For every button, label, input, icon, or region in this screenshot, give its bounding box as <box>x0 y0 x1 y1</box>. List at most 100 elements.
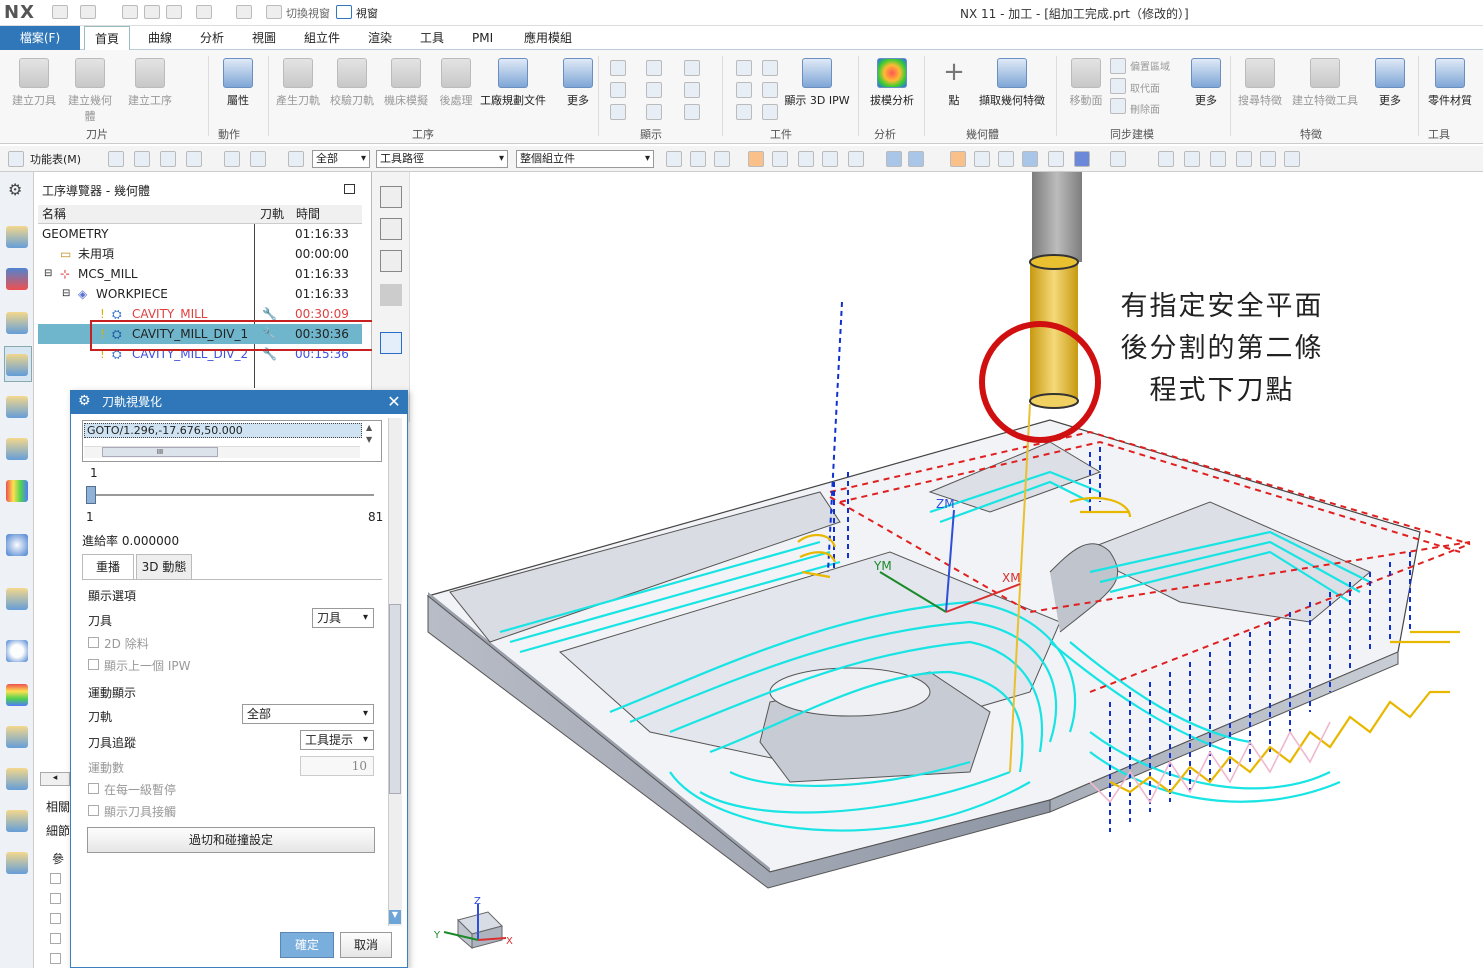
display-line-icon[interactable] <box>684 104 700 120</box>
table-row[interactable]: ▭ 未用項 00:00:00 <box>38 244 362 264</box>
touch-mode-icon[interactable] <box>236 5 252 19</box>
tab-tools[interactable]: 工具 <box>410 26 454 50</box>
constraint-navigator-icon[interactable] <box>6 268 28 290</box>
more-features-button[interactable]: 更多 <box>1364 58 1416 108</box>
tab-curve[interactable]: 曲線 <box>138 26 182 50</box>
view-tool-icon[interactable] <box>380 218 402 240</box>
assembly-navigator-icon[interactable] <box>6 226 28 248</box>
scroll-left-icon[interactable]: ◂ <box>40 772 70 786</box>
point-button[interactable]: + 點 <box>928 58 980 108</box>
function-menu[interactable]: 功能表(M) <box>30 151 81 167</box>
display-curve-icon[interactable] <box>646 82 662 98</box>
prev-ipw-checkbox[interactable] <box>88 659 99 670</box>
shop-docs-button[interactable]: 工廠規劃文件 <box>478 58 548 108</box>
view-tool-icon[interactable] <box>380 284 402 306</box>
scroll-down-icon[interactable]: ▼ <box>366 435 372 444</box>
save-icon[interactable] <box>52 5 68 19</box>
toolbar-icon[interactable] <box>250 151 266 167</box>
removal-2d-checkbox[interactable] <box>88 637 99 648</box>
tab-view[interactable]: 視圖 <box>242 26 286 50</box>
render-icon[interactable] <box>1110 151 1126 167</box>
tab-assembly[interactable]: 組立件 <box>294 26 350 50</box>
detail-checkbox[interactable] <box>50 873 61 884</box>
workpiece-icon[interactable] <box>762 82 778 98</box>
window-icon[interactable] <box>336 5 352 19</box>
switch-window-label[interactable]: 切換視窗 <box>286 5 330 21</box>
replace-face-icon[interactable] <box>1110 78 1126 94</box>
snap-icon[interactable] <box>690 151 706 167</box>
pause-each-level-checkbox[interactable] <box>88 783 99 794</box>
library-icon[interactable] <box>6 480 28 502</box>
system-materials-icon[interactable] <box>6 852 28 874</box>
render-icon[interactable] <box>1022 151 1038 167</box>
related-panel-tab[interactable]: 相關 <box>46 798 70 815</box>
slider-thumb[interactable] <box>86 486 96 504</box>
more-operations-button[interactable]: 更多 <box>552 58 604 108</box>
search-feature-button[interactable]: 搜尋特徵 <box>1234 58 1286 108</box>
toolbar-icon[interactable] <box>224 151 240 167</box>
snap-icon[interactable] <box>666 151 682 167</box>
render-icon[interactable] <box>998 151 1014 167</box>
scroll-down-icon[interactable]: ▼ <box>389 910 401 924</box>
detail-checkbox[interactable] <box>50 933 61 944</box>
tab-application[interactable]: 應用模組 <box>514 26 582 50</box>
operation-navigator-icon[interactable] <box>6 354 28 376</box>
snap-icon[interactable] <box>822 151 838 167</box>
offset-region-label[interactable]: 偏置區域 <box>1130 58 1170 73</box>
machine-simulation-button[interactable]: 機床模擬 <box>380 58 432 108</box>
history-icon[interactable] <box>6 640 28 662</box>
filter-scope-select[interactable]: 整個組立件 <box>516 150 654 168</box>
tab-replay[interactable]: 重播 <box>82 554 134 579</box>
generate-toolpath-button[interactable]: 產生刀軌 <box>272 58 324 108</box>
more-sync-button[interactable]: 更多 <box>1180 58 1232 108</box>
table-row[interactable]: ⊟ ⊹ MCS_MILL 01:16:33 <box>38 264 362 284</box>
table-row[interactable]: GEOMETRY 01:16:33 <box>38 224 362 244</box>
part-navigator-icon[interactable] <box>6 312 28 334</box>
create-geometry-button[interactable]: 建立幾何體 <box>64 58 116 124</box>
postprocess-button[interactable]: 後處理 <box>430 58 482 108</box>
reuse-library-icon[interactable] <box>6 438 28 460</box>
workpiece-icon[interactable] <box>762 104 778 120</box>
table-row[interactable]: ⊟ ◈ WORKPIECE 01:16:33 <box>38 284 362 304</box>
details-panel-tab[interactable]: 細節 <box>46 822 70 839</box>
toolbar-icon[interactable] <box>134 151 150 167</box>
render-icon[interactable] <box>950 151 966 167</box>
cut-icon[interactable] <box>122 5 138 19</box>
view-tool-icon[interactable] <box>380 186 402 208</box>
transform-icon[interactable] <box>1284 151 1300 167</box>
dialog-scroll-thumb[interactable] <box>389 604 401 794</box>
transform-icon[interactable] <box>1184 151 1200 167</box>
tab-pmi[interactable]: PMI <box>462 26 503 50</box>
tab-render[interactable]: 渲染 <box>358 26 402 50</box>
close-icon[interactable]: ✕ <box>384 392 404 412</box>
toolbar-icon[interactable] <box>186 151 202 167</box>
workpiece-icon[interactable] <box>736 60 752 76</box>
toolbar-icon[interactable] <box>108 151 124 167</box>
extract-geometry-button[interactable]: 擷取幾何特徵 <box>976 58 1048 108</box>
detail-checkbox[interactable] <box>50 953 61 964</box>
display-point-icon[interactable] <box>610 82 626 98</box>
machine-tool-icon[interactable] <box>6 396 28 418</box>
maximize-icon[interactable] <box>344 184 355 194</box>
snap-icon[interactable] <box>798 151 814 167</box>
visualization-icon[interactable] <box>6 684 28 706</box>
filter-icon[interactable] <box>288 151 304 167</box>
show-tool-holder-checkbox[interactable] <box>88 805 99 816</box>
file-menu[interactable]: 檔案(F) <box>0 26 80 50</box>
system-scenes-icon[interactable] <box>6 810 28 832</box>
paste-icon[interactable] <box>166 5 182 19</box>
feature-tool-button[interactable]: 建立特徵工具 <box>1290 58 1360 108</box>
snap-icon[interactable] <box>772 151 788 167</box>
display-layer-icon[interactable] <box>610 104 626 120</box>
draft-analysis-button[interactable]: 拔模分析 <box>866 58 918 108</box>
web-browser-icon[interactable] <box>6 588 28 610</box>
detail-checkbox[interactable] <box>50 893 61 904</box>
process-studio-icon[interactable] <box>6 726 28 748</box>
transform-icon[interactable] <box>1158 151 1174 167</box>
create-operation-button[interactable]: 建立工序 <box>124 58 176 108</box>
render-icon[interactable] <box>974 151 990 167</box>
workpiece-icon[interactable] <box>736 82 752 98</box>
snap-icon[interactable] <box>748 151 764 167</box>
offset-region-icon[interactable] <box>1110 58 1126 74</box>
column-header-time[interactable]: 時間 <box>292 205 362 224</box>
